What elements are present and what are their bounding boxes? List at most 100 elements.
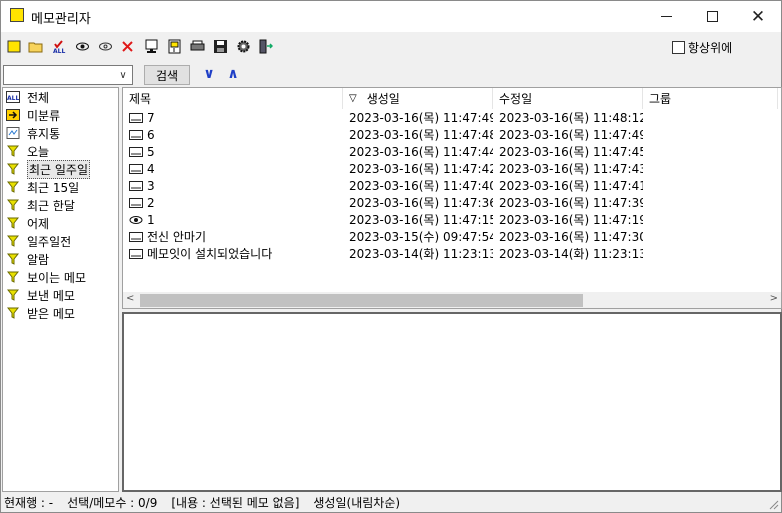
table-row[interactable]: 1 2023-03-16(목) 11:47:15 2023-03-16(목) 11:…	[123, 211, 781, 228]
memo-title: 4	[147, 161, 155, 176]
cell-modified: 2023-03-14(화) 11:23:13	[499, 247, 643, 261]
sidebar-item-label: 미분류	[27, 108, 61, 123]
title-bar: 메모관리자 ✕	[1, 1, 781, 32]
table-row[interactable]: 3 2023-03-16(목) 11:47:40 2023-03-16(목) 11:…	[123, 177, 781, 194]
cell-title: 6	[129, 126, 341, 143]
column-header-group[interactable]: 그룹	[643, 88, 778, 109]
monitor-button[interactable]	[143, 38, 160, 55]
maximize-icon	[706, 11, 718, 22]
sidebar-item-week-ago[interactable]: 일주일전	[6, 232, 71, 250]
sidebar-item-all[interactable]: ALL 전체	[6, 88, 49, 106]
resize-grip-icon[interactable]	[767, 498, 779, 510]
cell-title: 1	[129, 211, 341, 228]
search-prev-button[interactable]: ∨	[201, 66, 217, 82]
sidebar-item-label: 휴지통	[27, 126, 61, 141]
close-button[interactable]: ✕	[735, 1, 781, 32]
sidebar-item-last-15-days[interactable]: 최근 15일	[6, 178, 79, 196]
cell-created: 2023-03-16(목) 11:47:42	[349, 162, 493, 176]
scroll-right-icon[interactable]: >	[770, 293, 778, 304]
sidebar-item-uncategorized[interactable]: 미분류	[6, 106, 60, 124]
sidebar-item-received-memos[interactable]: 받은 메모	[6, 304, 75, 322]
sidebar-item-trash[interactable]: 휴지통	[6, 124, 60, 142]
hide-button[interactable]	[97, 38, 114, 55]
cell-title: 7	[129, 109, 341, 126]
sidebar-item-visible-memos[interactable]: 보이는 메모	[6, 268, 86, 286]
show-button[interactable]	[74, 38, 91, 55]
print-icon	[190, 40, 205, 51]
exit-icon	[259, 39, 273, 54]
sidebar-item-alarm[interactable]: 알람	[6, 250, 49, 268]
save-button[interactable]	[212, 38, 229, 55]
settings-button[interactable]	[235, 38, 252, 55]
sidebar-item-last-week[interactable]: 최근 일주일	[6, 159, 91, 179]
save-icon	[214, 40, 227, 53]
table-row[interactable]: 4 2023-03-16(목) 11:47:42 2023-03-16(목) 11:…	[123, 160, 781, 177]
filter-icon	[6, 180, 20, 194]
table-row[interactable]: 2 2023-03-16(목) 11:47:36 2023-03-16(목) 11:…	[123, 194, 781, 211]
checkbox-box	[672, 41, 685, 54]
minimize-button[interactable]	[643, 1, 689, 32]
sidebar-item-label: 최근 일주일	[27, 159, 91, 179]
open-folder-button[interactable]	[27, 38, 44, 55]
exit-button[interactable]	[257, 38, 274, 55]
sidebar-item-label: 전체	[27, 90, 50, 105]
column-header-extra[interactable]: 일	[778, 88, 781, 109]
hide-icon	[99, 42, 112, 51]
memo-preview-pane[interactable]	[122, 312, 782, 492]
column-header-modified[interactable]: 수정일	[493, 88, 643, 109]
cell-title: 전신 안마기	[129, 228, 341, 245]
column-header-title[interactable]: 제목	[123, 88, 343, 109]
sidebar-item-label: 어제	[27, 216, 50, 231]
print-button[interactable]	[189, 38, 206, 55]
status-content: [내용 : 선택된 메모 없음]	[171, 495, 300, 510]
status-selection-count: 선택/메모수 : 0/9	[67, 495, 158, 510]
sort-descending-icon: ▽	[349, 93, 357, 104]
search-combo[interactable]: ∨	[3, 65, 133, 85]
table-row[interactable]: 전신 안마기 2023-03-15(수) 09:47:54 2023-03-16(목…	[123, 228, 781, 245]
table-row[interactable]: 메모잇이 설치되었습니다 2023-03-14(화) 11:23:13 2023-0…	[123, 245, 781, 262]
maximize-button[interactable]	[689, 1, 735, 32]
export-button[interactable]	[166, 38, 183, 55]
filter-icon	[6, 198, 20, 212]
cell-created: 2023-03-16(목) 11:47:15	[349, 213, 493, 227]
scroll-left-icon[interactable]: <	[126, 293, 134, 304]
table-row[interactable]: 5 2023-03-16(목) 11:47:44 2023-03-16(목) 11:…	[123, 143, 781, 160]
cell-title: 2	[129, 194, 341, 211]
eye-icon	[129, 214, 143, 226]
delete-button[interactable]	[119, 38, 136, 55]
memo-icon	[129, 197, 143, 209]
cell-group	[649, 245, 779, 262]
cell-modified: 2023-03-16(목) 11:47:39	[499, 196, 643, 210]
column-header-label: 제목	[129, 92, 152, 106]
new-memo-button[interactable]	[6, 38, 23, 55]
cell-created: 2023-03-16(목) 11:47:49	[349, 111, 493, 125]
cell-title: 4	[129, 160, 341, 177]
scrollbar-thumb[interactable]	[140, 294, 583, 307]
sidebar-item-yesterday[interactable]: 어제	[6, 214, 49, 232]
toolbar: ALL 항상위에	[1, 32, 781, 62]
status-current-row: 현재행 : -	[4, 495, 54, 510]
table-row[interactable]: 7 2023-03-16(목) 11:47:49 2023-03-16(목) 11:…	[123, 109, 781, 126]
cell-group	[649, 109, 779, 126]
check-all-button[interactable]: ALL	[51, 38, 68, 55]
sidebar-item-label: 최근 15일	[27, 180, 80, 195]
search-next-button[interactable]: ∧	[225, 66, 241, 82]
memo-title: 1	[147, 212, 155, 227]
cell-group	[649, 143, 779, 160]
sidebar-item-today[interactable]: 오늘	[6, 142, 49, 160]
search-button[interactable]: 검색	[144, 65, 190, 85]
memo-title: 5	[147, 144, 155, 159]
table-row[interactable]: 6 2023-03-16(목) 11:47:48 2023-03-16(목) 11:…	[123, 126, 781, 143]
column-header-label: 생성일	[366, 92, 400, 106]
sidebar-item-sent-memos[interactable]: 보낸 메모	[6, 286, 75, 304]
show-icon	[76, 42, 89, 51]
cell-group	[649, 177, 779, 194]
horizontal-scrollbar[interactable]: < >	[123, 292, 781, 308]
cell-created: 2023-03-16(목) 11:47:48	[349, 128, 493, 142]
chevron-down-icon[interactable]: ∨	[116, 68, 130, 82]
sidebar-item-last-month[interactable]: 최근 한달	[6, 196, 75, 214]
always-on-top-checkbox[interactable]: 항상위에	[672, 39, 732, 56]
memo-title: 7	[147, 110, 155, 125]
memo-title: 6	[147, 127, 155, 142]
column-header-created[interactable]: ▽ 생성일	[343, 88, 493, 109]
